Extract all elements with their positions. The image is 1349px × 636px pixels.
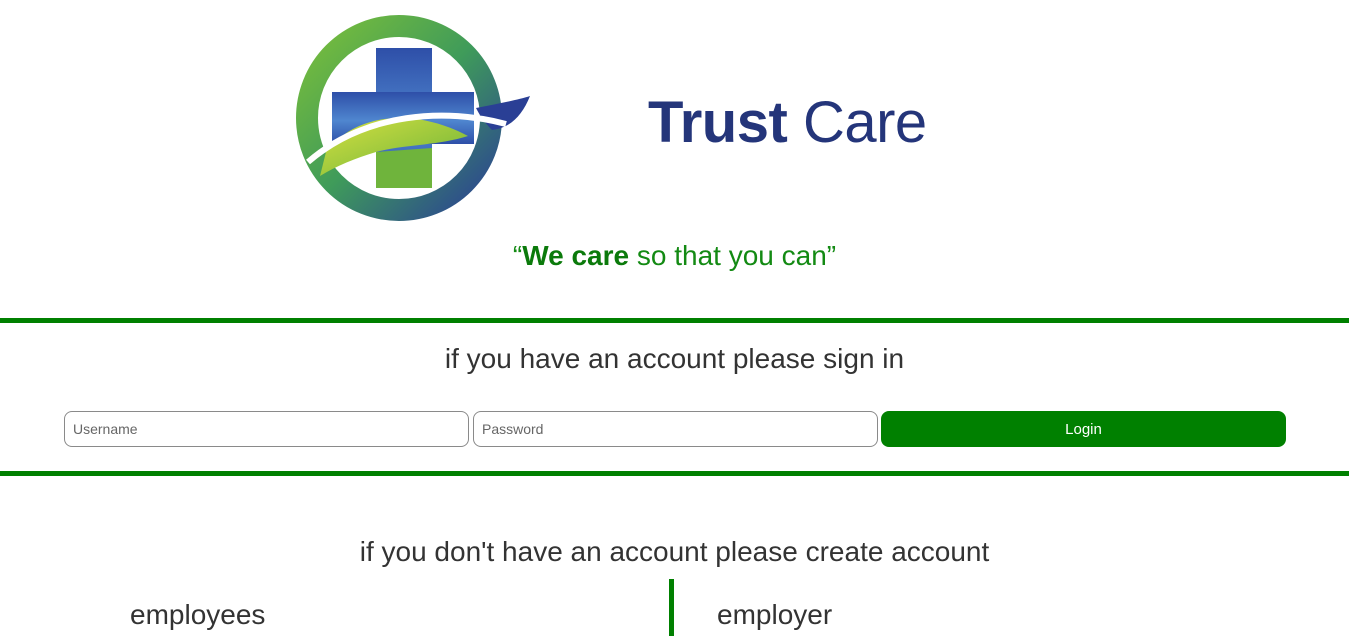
medical-cross-icon: [296, 15, 530, 221]
employees-label[interactable]: employees: [130, 597, 265, 633]
employer-label[interactable]: employer: [717, 597, 832, 633]
signin-heading: if you have an account please sign in: [444, 343, 905, 374]
username-input[interactable]: [64, 411, 469, 447]
brand-name: Trust Care: [648, 88, 927, 158]
column-divider: [669, 579, 674, 636]
brand-name-part2: Care: [802, 90, 927, 155]
tagline-open-quote: “: [512, 240, 523, 271]
login-button[interactable]: Login: [881, 411, 1286, 447]
tagline-close-quote: ”: [826, 240, 837, 271]
divider-top: [0, 318, 1349, 323]
divider-bottom: [0, 471, 1349, 476]
tagline-bold: We care: [522, 240, 630, 271]
password-input[interactable]: [473, 411, 878, 447]
tagline-rest: so that you can: [629, 240, 827, 271]
tagline: “We care so that you can”: [0, 238, 1349, 274]
brand-name-part1: Trust: [648, 90, 788, 155]
create-account-heading: if you don't have an account please crea…: [359, 536, 990, 567]
